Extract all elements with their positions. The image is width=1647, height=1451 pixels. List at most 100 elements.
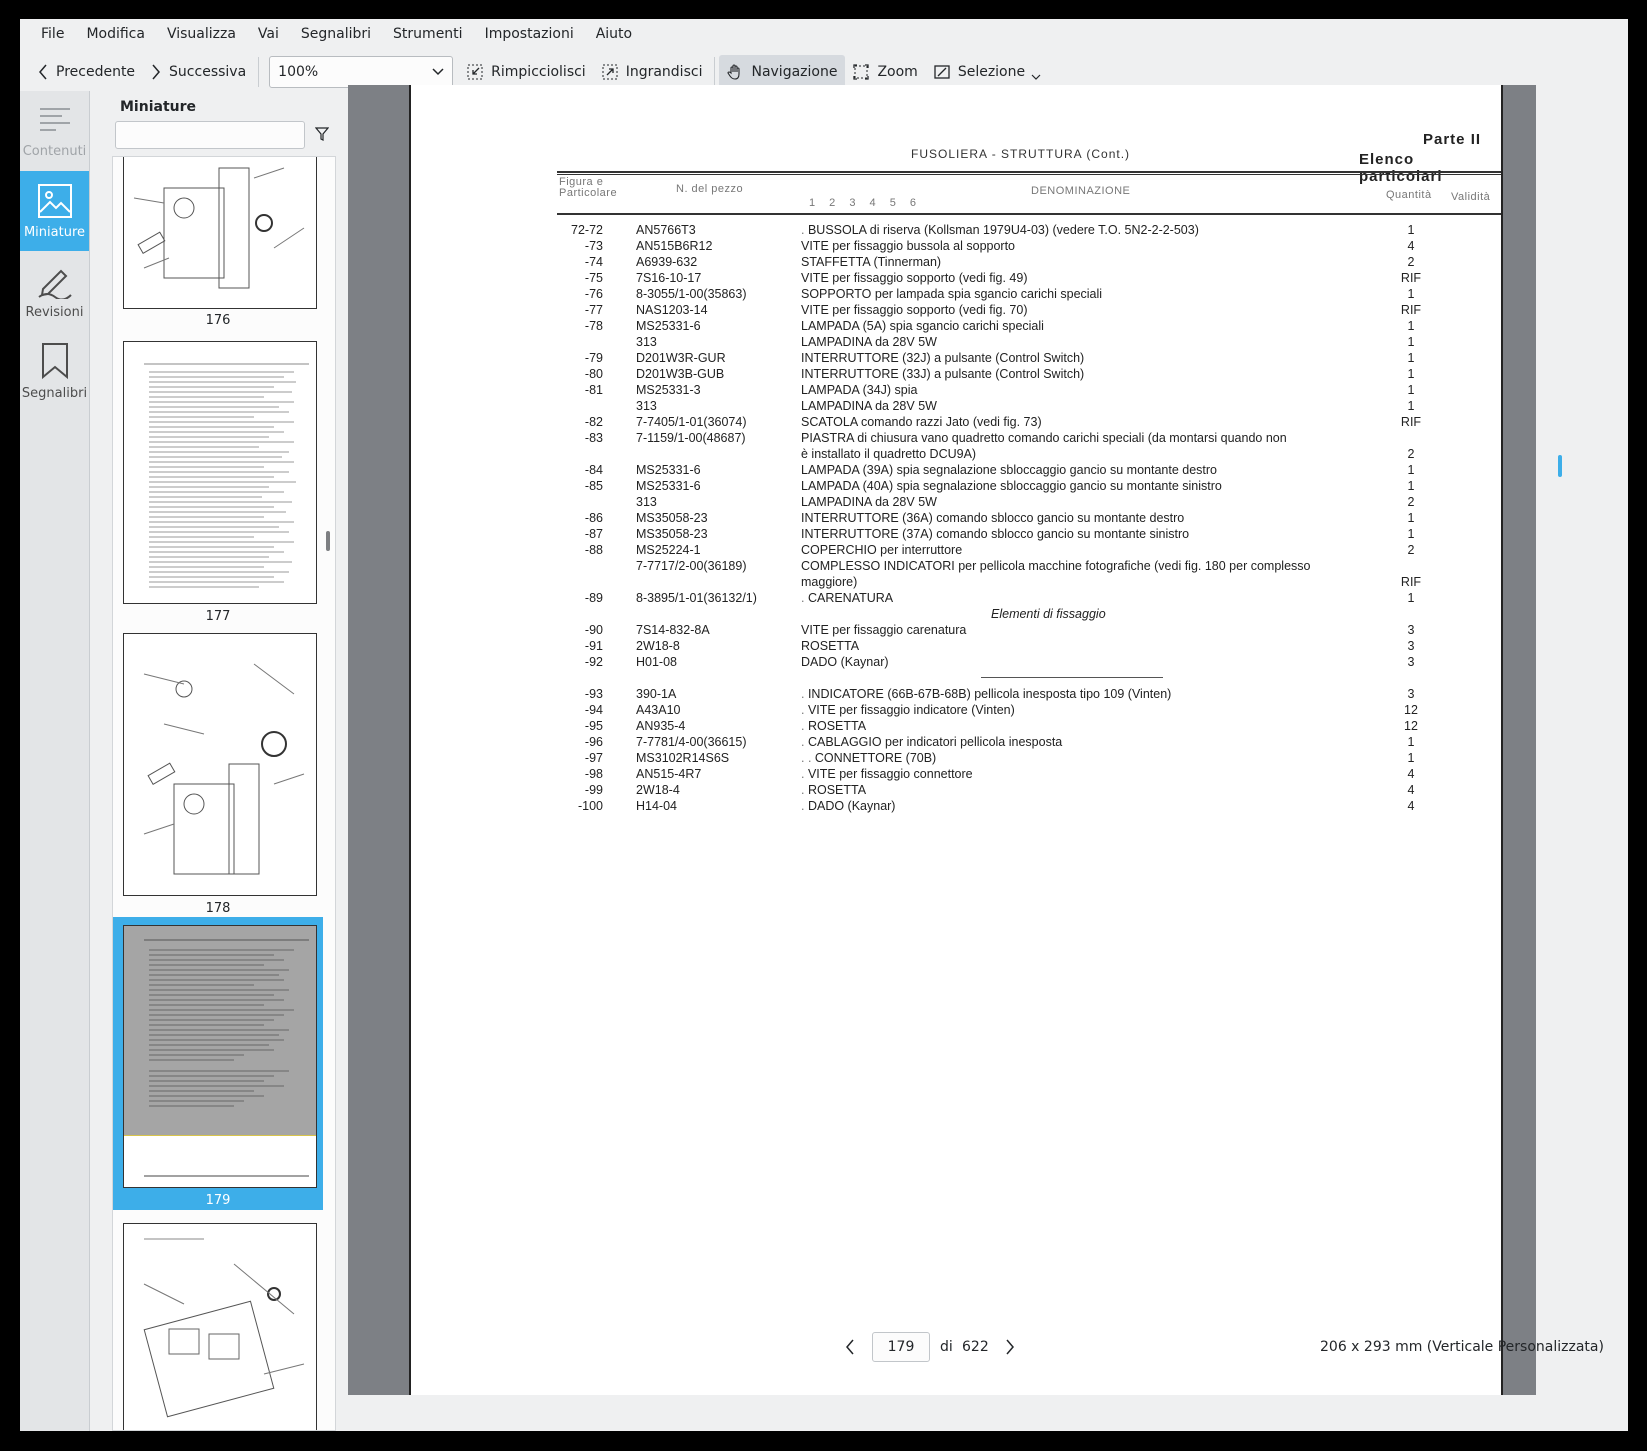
part-number-cell: 7-7781/4-00(36615) — [636, 735, 747, 749]
previous-page-button[interactable]: Precedente — [30, 55, 143, 89]
next-page-button[interactable]: Successiva — [143, 55, 254, 89]
figure-cell: -80 — [584, 367, 603, 381]
thumbnail-search-input[interactable] — [115, 121, 305, 149]
column-header-description: DENOMINAZIONE — [1031, 185, 1131, 197]
menu-view[interactable]: Visualizza — [156, 19, 247, 49]
table-row: -78 MS25331-6 LAMPADA (5A) spia sgancio ca… — [561, 319, 1421, 335]
page-of-label: di — [940, 1339, 953, 1355]
menu-help[interactable]: Aiuto — [585, 19, 643, 49]
table-row: -99 2W18-4. ROSETTA 4 — [561, 783, 1421, 799]
document-view[interactable]: FUSOLIERA - STRUTTURA (Cont.) Parte II E… — [348, 85, 1628, 1395]
previous-page-arrow-icon[interactable] — [845, 1339, 855, 1355]
figure-cell: -77 — [584, 303, 603, 317]
quantity-cell: RIF — [1400, 271, 1422, 285]
zoom-out-icon — [467, 64, 483, 80]
quantity-cell: 2 — [1407, 447, 1415, 461]
description-text: CONNETTORE (70B) — [814, 751, 937, 765]
sidebar-tab-label: Contenuti — [22, 143, 87, 159]
description-text: COMPLESSO INDICATORI per pellicola macch… — [801, 559, 1311, 573]
quantity-cell: 4 — [1407, 767, 1415, 781]
indent-dots: . — [801, 687, 808, 701]
page-number-input[interactable]: 179 — [872, 1332, 930, 1362]
description-text: VITE per fissaggio connettore — [807, 767, 973, 781]
description-cell: . BUSSOLA di riserva (Kollsman 1979U4-03… — [801, 223, 1371, 237]
sidebar-tab-label: Segnalibri — [21, 385, 88, 401]
table-row: maggiore) RIF — [561, 575, 1421, 591]
description-cell: LAMPADA (40A) spia segnalazione sbloccag… — [801, 479, 1371, 493]
header-rule — [557, 174, 1501, 175]
exploded-drawing-icon — [133, 167, 305, 289]
chevron-down-icon — [432, 68, 444, 76]
table-row: -74 A6939-632 STAFFETTA (Tinnerman) 2 — [561, 255, 1421, 271]
contents-icon — [39, 107, 70, 131]
zoom-in-button[interactable]: Ingrandisci — [594, 55, 711, 89]
thumbnail-page-178[interactable]: 178 — [113, 629, 323, 919]
part-number-cell: 7-1159/1-00(48687) — [636, 431, 746, 445]
part-number-cell: MS25331-6 — [636, 463, 701, 477]
table-row: -83 7-1159/1-00(48687) PIASTRA di chiusura… — [561, 431, 1421, 447]
description-cell: ROSETTA — [801, 639, 1371, 653]
menu-go[interactable]: Vai — [247, 19, 290, 49]
zoom-level-select[interactable]: 100% — [269, 56, 454, 88]
description-text: INTERRUTTORE (33J) a pulsante (Control S… — [801, 367, 1085, 381]
quantity-cell: 1 — [1407, 399, 1415, 413]
browse-tool-button[interactable]: Navigazione — [719, 55, 846, 89]
figure-cell: -73 — [584, 239, 603, 253]
menu-file[interactable]: File — [30, 19, 75, 49]
part-number-cell: H01-08 — [636, 655, 677, 669]
document-scrollbar[interactable] — [1558, 455, 1562, 477]
part-number-cell: AN515-4R7 — [636, 767, 702, 781]
thumbnail-page-number: 177 — [205, 609, 231, 624]
thumbnail-page-176[interactable]: 176 — [113, 157, 323, 332]
figure-cell: -86 — [584, 511, 603, 525]
description-text: DADO (Kaynar) — [807, 799, 896, 813]
table-row: -97 MS3102R14S6S . . CONNETTORE (70B) 1 — [561, 751, 1421, 767]
part-number-cell: 7S14-832-8A — [636, 623, 710, 637]
menu-settings[interactable]: Impostazioni — [474, 19, 585, 49]
part-number-cell: MS3102R14S6S — [636, 751, 730, 765]
indent-dots: . — [801, 799, 808, 813]
thumbnail-image — [123, 925, 317, 1188]
menu-bookmarks[interactable]: Segnalibri — [290, 19, 382, 49]
sidebar-tab-bookmarks[interactable]: Segnalibri — [20, 331, 89, 411]
description-text: ROSETTA — [807, 719, 867, 733]
part-number-cell: NAS1203-14 — [636, 303, 708, 317]
fastening-heading: Elementi di fissaggio — [991, 607, 1106, 621]
table-row: è installato il quadretto DCU9A) 2 — [561, 447, 1421, 463]
thumbnail-scrollbar[interactable] — [326, 531, 330, 551]
part-number-cell: AN935-4 — [636, 719, 686, 733]
quantity-cell: RIF — [1400, 303, 1422, 317]
zoom-tool-button[interactable]: Zoom — [845, 55, 925, 89]
column-header-figure: Figura e Particolare — [559, 176, 618, 199]
thumbnail-page-179[interactable]: 179 — [113, 917, 323, 1210]
selection-tool-button[interactable]: Selezione — [926, 55, 1049, 89]
table-row: -94 A43A10. VITE per fissaggio indicatore… — [561, 703, 1421, 719]
sidebar-tab-annotations[interactable]: Revisioni — [20, 251, 89, 331]
quantity-cell: 4 — [1407, 239, 1415, 253]
thumbnail-page-180[interactable]: 180 — [113, 1213, 323, 1430]
thumbnail-list[interactable]: 176 177 178 179 — [112, 156, 336, 1431]
zoom-tool-label: Zoom — [877, 64, 918, 80]
filter-icon[interactable] — [315, 127, 329, 141]
description-cell: STAFFETTA (Tinnerman) — [801, 255, 1371, 269]
quantity-cell: 1 — [1407, 335, 1415, 349]
part-number-cell: 2W18-8 — [636, 639, 680, 653]
menu-edit[interactable]: Modifica — [75, 19, 156, 49]
thumbnail-page-177[interactable]: 177 — [113, 337, 323, 625]
quantity-cell: 1 — [1407, 479, 1415, 493]
sidebar-tab-contents[interactable]: Contenuti — [20, 91, 89, 171]
description-text: LAMPADA (5A) spia sgancio carichi specia… — [801, 319, 1044, 333]
table-row: 313 LAMPADINA da 28V 5W 2 — [561, 495, 1421, 511]
annotations-icon — [37, 269, 72, 299]
table-row: -95 AN935-4. ROSETTA 12 — [561, 719, 1421, 735]
next-page-arrow-icon[interactable] — [1005, 1339, 1015, 1355]
sidebar-tab-thumbnails[interactable]: Miniature — [20, 171, 89, 251]
menu-tools[interactable]: Strumenti — [382, 19, 474, 49]
part-number-cell: D201W3R-GUR — [636, 351, 726, 365]
description-text: SCATOLA comando razzi Jato (vedi fig. 73… — [801, 415, 1042, 429]
description-cell: VITE per fissaggio carenatura — [801, 623, 1371, 637]
part-number-cell: 313 — [636, 399, 657, 413]
figure-cell: -91 — [584, 639, 603, 653]
zoom-out-button[interactable]: Rimpicciolisci — [459, 55, 594, 89]
description-cell: LAMPADINA da 28V 5W — [801, 399, 1371, 413]
